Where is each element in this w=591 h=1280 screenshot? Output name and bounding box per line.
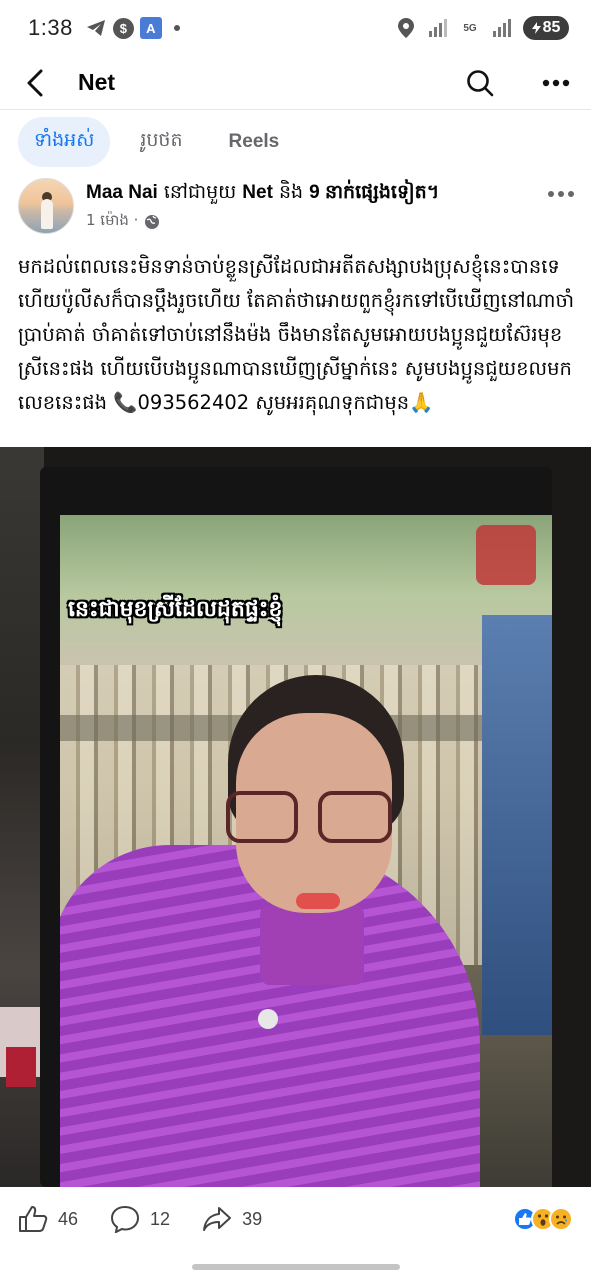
post-time[interactable]: 1 ម៉ោង · xyxy=(86,211,138,233)
tab-reels[interactable]: Reels xyxy=(213,117,296,167)
network-type-icon: 5G xyxy=(463,22,477,34)
reaction-summary[interactable] xyxy=(513,1207,573,1231)
engagement-bar: 46 12 39 xyxy=(0,1194,591,1244)
post-photo[interactable]: នេះជាមុខស្រីដែលដុតផ្ទះខ្ញុំ xyxy=(0,447,591,1187)
author-name[interactable]: Maa Nai xyxy=(86,182,158,203)
comment-count: 12 xyxy=(150,1208,171,1229)
share-count: 39 xyxy=(242,1208,263,1229)
post-header: Maa Nai នៅជាមួយ Net និង 9 នាក់ផ្សេងទៀត។ … xyxy=(18,178,578,242)
phone-screen-image: នេះជាមុខស្រីដែលដុតផ្ទះខ្ញុំ xyxy=(60,515,552,1187)
tab-all[interactable]: ទាំងអស់ xyxy=(18,117,111,167)
home-indicator[interactable] xyxy=(192,1264,400,1270)
avatar[interactable] xyxy=(18,178,74,234)
ellipsis-icon xyxy=(542,79,570,86)
comment-icon xyxy=(111,1205,140,1233)
notification-icons: $ A xyxy=(85,17,180,39)
system-icons: 5G 85 xyxy=(395,16,569,40)
share-button[interactable]: 39 xyxy=(202,1205,262,1233)
more-notifications-dot xyxy=(173,25,180,31)
location-icon xyxy=(395,17,417,39)
with-text: នៅជាមួយ xyxy=(163,181,237,203)
signal-icon-2 xyxy=(491,17,513,39)
like-count: 46 xyxy=(58,1208,79,1229)
thumbs-up-icon xyxy=(19,1206,48,1232)
sad-reaction-icon xyxy=(549,1207,573,1231)
post-meta: Maa Nai នៅជាមួយ Net និង 9 នាក់ផ្សេងទៀត។ … xyxy=(86,178,439,233)
facebook-post-screen: 1:38 $ A 5G 85 Net ទាំងអស់ រូបថត Reels M… xyxy=(0,0,591,1280)
comment-button[interactable]: 12 xyxy=(110,1205,170,1233)
page-title: Net xyxy=(78,69,116,95)
battery-indicator: 85 xyxy=(523,16,569,40)
photo-background xyxy=(0,447,44,1187)
image-caption: នេះជាមុខស្រីដែលដុតផ្ទះខ្ញុំ xyxy=(68,597,283,622)
more-options-button[interactable] xyxy=(539,66,573,100)
others-count[interactable]: 9 នាក់ផ្សេងទៀត។ xyxy=(309,182,439,203)
battery-level: 85 xyxy=(542,19,561,36)
translate-icon: A xyxy=(139,17,162,39)
share-icon xyxy=(203,1207,232,1231)
search-button[interactable] xyxy=(463,66,497,100)
telegram-icon xyxy=(85,17,107,39)
signal-icon xyxy=(427,17,449,39)
status-time: 1:38 xyxy=(28,15,73,40)
arrow-left-icon xyxy=(27,69,43,96)
filter-tabs: ទាំងអស់ រូបថត Reels xyxy=(18,116,295,168)
post-time-line: 1 ម៉ោង · xyxy=(86,211,439,233)
ellipsis-icon xyxy=(548,191,574,197)
dollar-icon: $ xyxy=(112,17,134,39)
post-body-text: មកដល់ពេលនេះមិនទាន់ចាប់ខ្លួនស្រីដែលជាអតីត… xyxy=(18,255,575,414)
post-menu-button[interactable] xyxy=(544,184,578,204)
tagged-name[interactable]: Net xyxy=(242,182,273,203)
globe-icon xyxy=(145,215,160,229)
search-icon xyxy=(467,69,494,96)
like-button[interactable]: 46 xyxy=(18,1205,78,1233)
app-header: Net xyxy=(0,56,591,110)
back-button[interactable] xyxy=(18,66,52,100)
status-bar: 1:38 $ A 5G 85 xyxy=(0,0,591,56)
tab-photos[interactable]: រូបថត xyxy=(124,117,198,167)
post-author-line: Maa Nai នៅជាមួយ Net និង 9 នាក់ផ្សេងទៀត។ xyxy=(86,178,439,207)
header-actions xyxy=(463,66,573,100)
and-text: និង xyxy=(278,181,304,203)
